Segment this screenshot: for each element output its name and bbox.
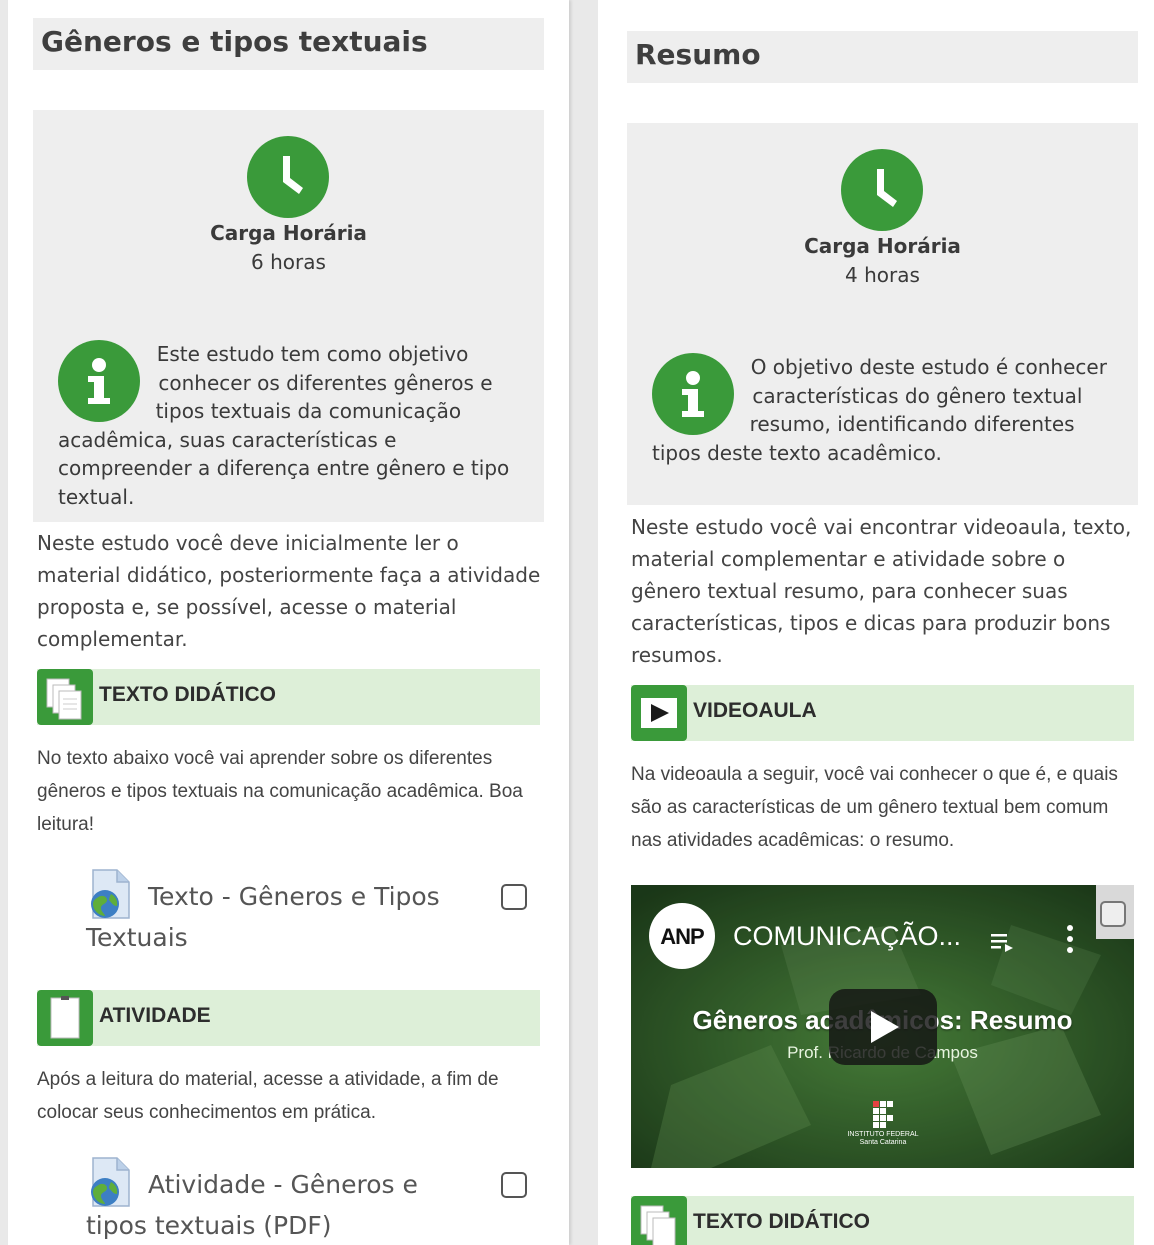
video-checkbox-area [1096, 885, 1134, 939]
section-texto-didatico: TEXTO DIDÁTICO [37, 669, 540, 725]
info-box: Carga Horária 6 horas Este estudo tem co… [33, 110, 544, 522]
documents-icon [631, 1196, 687, 1245]
channel-logo-text: ANP [660, 924, 704, 949]
channel-logo[interactable]: ANP [649, 903, 715, 969]
section-texto-didatico: TEXTO DIDÁTICO [631, 1196, 1134, 1245]
globe-file-icon [85, 868, 133, 920]
info-icon [652, 353, 734, 435]
resource-link[interactable]: Atividade - Gêneros e tipos textuais (PD… [86, 1164, 446, 1245]
resource-link-label: Texto - Gêneros e Tipos Textuais [86, 882, 440, 952]
section-description: Na videoaula a seguir, você vai conhecer… [631, 764, 1118, 851]
resource-link-label: Atividade - Gêneros e tipos textuais (PD… [86, 1170, 418, 1240]
institute-name: INSTITUTO FEDERAL Santa Catarina [847, 1131, 919, 1146]
completion-checkbox[interactable] [501, 884, 527, 910]
section-description: Após a leitura do material, acesse a ati… [37, 1069, 499, 1123]
objective-block: Este estudo tem como objetivo conhecer o… [58, 340, 528, 511]
section-label: TEXTO DIDÁTICO [693, 1210, 870, 1233]
globe-file-icon [85, 1156, 133, 1208]
study-column-right: Resumo Carga Horária 4 horas O objetivo … [598, 0, 1154, 1245]
section-label: VIDEOAULA [693, 699, 817, 722]
carga-horaria-label: Carga Horária [210, 221, 367, 245]
page-title: Resumo [635, 38, 761, 71]
clock-icon [841, 149, 923, 231]
section-videoaula: VIDEOAULA [631, 685, 1134, 741]
intro-text: Neste estudo você deve inicialmente ler … [37, 531, 541, 651]
clock-icon [247, 136, 329, 218]
carga-horaria-value: 4 horas [845, 263, 920, 287]
page-title-bar: Gêneros e tipos textuais [33, 18, 544, 70]
section-label: ATIVIDADE [99, 1004, 211, 1027]
info-icon [58, 340, 140, 422]
video-play-icon [631, 685, 687, 741]
objective-block: O objetivo deste estudo é conhecer carac… [652, 353, 1122, 467]
documents-icon [37, 669, 93, 725]
completion-checkbox[interactable] [501, 1172, 527, 1198]
intro-text: Neste estudo você vai encontrar videoaul… [631, 515, 1132, 667]
carga-horaria-value: 6 horas [251, 250, 326, 274]
study-column-left: Gêneros e tipos textuais Carga Horária 6… [8, 0, 569, 1245]
page-title-bar: Resumo [627, 31, 1138, 83]
carga-horaria-label: Carga Horária [804, 234, 961, 258]
play-button[interactable] [829, 989, 937, 1065]
resource-link[interactable]: Texto - Gêneros e Tipos Textuais [86, 876, 446, 958]
page-title: Gêneros e tipos textuais [41, 25, 428, 58]
more-options-icon[interactable] [1065, 923, 1075, 955]
playlist-icon[interactable] [989, 929, 1015, 955]
info-box: Carga Horária 4 horas O objetivo deste e… [627, 123, 1138, 505]
institute-logo-icon [873, 1101, 893, 1128]
completion-checkbox[interactable] [1100, 901, 1126, 927]
section-atividade: ATIVIDADE [37, 990, 540, 1046]
section-label: TEXTO DIDÁTICO [99, 683, 276, 706]
section-description: No texto abaixo você vai aprender sobre … [37, 748, 523, 835]
video-title[interactable]: COMUNICAÇÃO... [733, 921, 961, 952]
video-player[interactable]: ANP COMUNICAÇÃO... Gêneros acadêmicos: R… [631, 885, 1134, 1168]
page-icon [37, 990, 93, 1046]
